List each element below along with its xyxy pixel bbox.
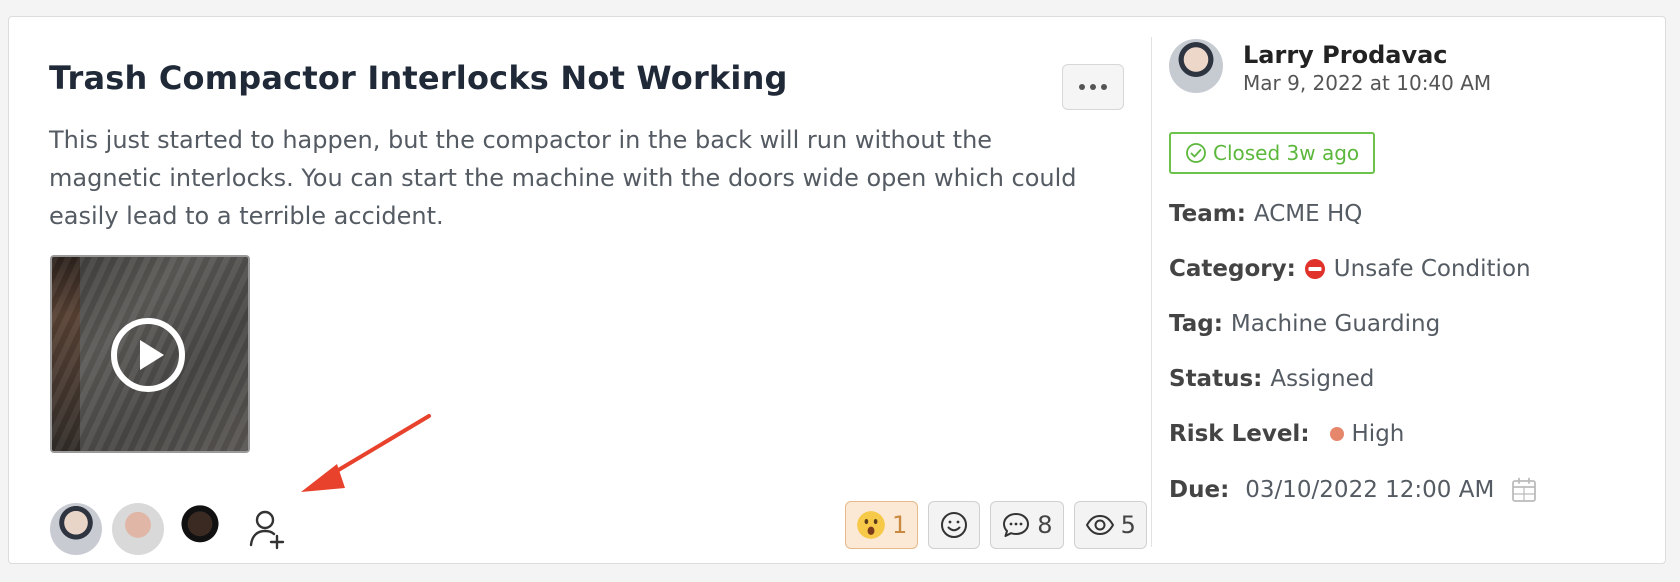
video-thumbnail[interactable]: [50, 255, 250, 453]
status-field: Status: Assigned: [1169, 366, 1374, 392]
post-main: Trash Compactor Interlocks Not Working T…: [49, 37, 1149, 555]
annotation-arrow: [301, 414, 431, 492]
no-entry-icon: [1304, 259, 1325, 279]
due-label: Due:: [1169, 477, 1230, 503]
status-badge: Closed 3w ago: [1169, 132, 1376, 174]
views-count: 5: [1120, 511, 1136, 539]
status-value[interactable]: Assigned: [1270, 366, 1374, 392]
check-circle-icon: [1186, 143, 1206, 163]
comment-icon: [1003, 513, 1030, 537]
surprised-count: 1: [892, 511, 908, 539]
avatar[interactable]: [112, 503, 164, 555]
category-value: Unsafe Condition: [1333, 256, 1531, 282]
add-reaction-button[interactable]: [928, 501, 981, 549]
comments-count: 8: [1037, 511, 1053, 539]
comments-button[interactable]: 8: [990, 501, 1064, 549]
team-label: Team:: [1169, 201, 1246, 227]
due-date-field: Due: 03/10/2022 12:00 AM: [1169, 476, 1538, 504]
status-label: Status:: [1169, 366, 1263, 392]
risk-dot-icon: [1329, 427, 1344, 441]
eye-icon: [1085, 514, 1114, 536]
category-field: Category: Unsafe Condition: [1169, 256, 1531, 282]
views-button[interactable]: 5: [1073, 501, 1147, 549]
team-value: ACME HQ: [1253, 201, 1363, 227]
column-divider: [1151, 37, 1152, 547]
calendar-icon[interactable]: [1510, 476, 1538, 504]
add-user-icon[interactable]: [246, 507, 290, 551]
risk-level-label: Risk Level:: [1169, 421, 1310, 447]
author-name[interactable]: Larry Prodavac: [1243, 41, 1448, 69]
due-value[interactable]: 03/10/2022 12:00 AM: [1245, 477, 1494, 503]
post-description: This just started to happen, but the com…: [49, 126, 1077, 230]
more-icon-dot: [1101, 84, 1107, 90]
category-label: Category:: [1169, 256, 1296, 282]
more-icon: [1079, 84, 1085, 90]
avatar[interactable]: [174, 503, 226, 555]
reaction-bar: 1 8 5: [845, 501, 1147, 549]
avatar[interactable]: [1169, 39, 1223, 93]
tag-label: Tag:: [1169, 311, 1223, 337]
participants: [50, 503, 290, 555]
post-date: Mar 9, 2022 at 10:40 AM: [1243, 71, 1492, 95]
team-field: Team: ACME HQ: [1169, 201, 1362, 227]
status-badge-label: Closed 3w ago: [1213, 141, 1360, 165]
play-icon[interactable]: [108, 315, 188, 395]
avatar[interactable]: [50, 503, 102, 555]
surprised-reaction-button[interactable]: 1: [845, 501, 919, 549]
more-options-button[interactable]: [1062, 64, 1124, 110]
post-card: Trash Compactor Interlocks Not Working T…: [8, 16, 1666, 564]
risk-level-value[interactable]: High: [1352, 421, 1405, 447]
post-title: Trash Compactor Interlocks Not Working: [49, 59, 788, 97]
tag-value: Machine Guarding: [1230, 311, 1441, 337]
tag-field: Tag: Machine Guarding: [1169, 311, 1440, 337]
add-reaction-icon: [941, 512, 968, 538]
risk-level-field: Risk Level: High: [1169, 421, 1404, 447]
surprised-emoji-icon: [857, 511, 885, 539]
more-icon-dot: [1090, 84, 1096, 90]
